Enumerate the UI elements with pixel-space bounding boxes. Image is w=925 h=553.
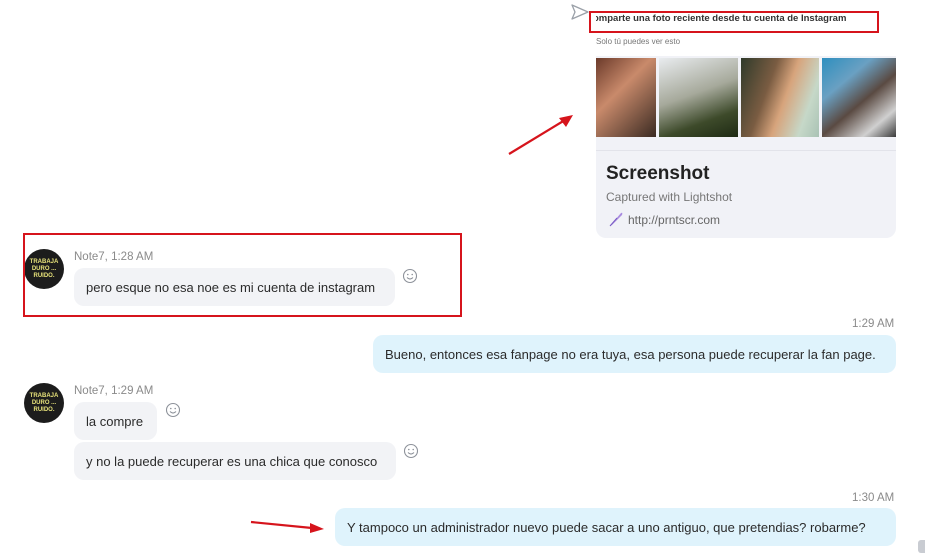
emoji-reaction-icon[interactable] <box>403 443 419 459</box>
scroll-indicator[interactable] <box>918 540 925 553</box>
message-timestamp: 1:29 AM <box>852 318 895 330</box>
photo-thumbnail[interactable] <box>596 58 656 137</box>
card-description: Captured with Lightshot <box>606 190 733 204</box>
message-bubble[interactable]: y no la puede recuperar es una chica que… <box>74 442 396 480</box>
card-url[interactable]: http://prntscr.com <box>628 213 720 227</box>
message-bubble[interactable]: la compre <box>74 402 157 440</box>
photo-strip <box>596 58 896 137</box>
highlight-box <box>589 11 879 33</box>
annotation-arrow <box>250 520 324 533</box>
photo-thumbnail[interactable] <box>822 58 896 137</box>
send-arrow-icon[interactable] <box>571 4 589 20</box>
annotation-arrow <box>508 115 573 155</box>
card-title[interactable]: Screenshot <box>606 163 709 185</box>
emoji-reaction-icon[interactable] <box>165 402 181 418</box>
photo-thumbnail[interactable] <box>741 58 819 137</box>
avatar-text: TRABAJA DURO ... RUIDO. <box>29 392 59 413</box>
feather-pen-icon <box>609 212 623 227</box>
avatar[interactable]: TRABAJA DURO ... RUIDO. <box>24 383 64 423</box>
photo-thumbnail[interactable] <box>659 58 738 137</box>
link-preview-card[interactable]: omparte una foto reciente desde tu cuent… <box>596 0 896 238</box>
card-divider <box>596 150 896 151</box>
message-bubble-outgoing[interactable]: Y tampoco un administrador nuevo puede s… <box>335 508 896 546</box>
message-timestamp: 1:30 AM <box>852 492 895 504</box>
message-bubble-outgoing[interactable]: Bueno, entonces esa fanpage no era tuya,… <box>373 335 896 373</box>
sender-timestamp: Note7, 1:29 AM <box>74 385 154 397</box>
highlight-box <box>23 233 462 317</box>
preview-subtitle: Solo tú puedes ver esto <box>596 37 681 46</box>
